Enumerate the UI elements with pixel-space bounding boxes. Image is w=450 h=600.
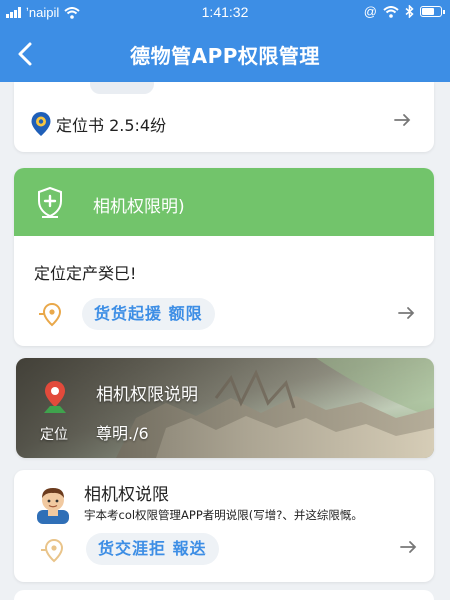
camera-explain-card[interactable]: 相机权限说明 定位 尊明./6 <box>16 358 434 458</box>
avatar-icon <box>37 488 69 524</box>
explain-card[interactable]: 相机权说限 宇本考col权限管理APP者明说限(写增?、并这综限慨。 货交涯拒 … <box>14 470 434 582</box>
arrow-right-icon[interactable] <box>400 540 418 554</box>
status-bar: ʼnaipil 1:41:32 @ <box>0 0 450 26</box>
wifi-icon <box>383 5 399 18</box>
location-row: 定位书 2.5:4纷 <box>30 111 166 137</box>
camera-subtitle: 定位定产癸巳! <box>34 264 137 283</box>
location-label: 定位书 2.5:4纷 <box>56 116 167 135</box>
shield-plus-icon <box>38 186 62 218</box>
explain-description: 宇本考col权限管理APP者明说限(写增?、并这综限慨。 <box>84 508 363 522</box>
bluetooth-icon <box>405 5 414 18</box>
background-photo <box>16 358 434 458</box>
camera-chip[interactable]: 货货起援 额限 <box>82 298 215 330</box>
arrow-right-icon[interactable] <box>394 113 412 127</box>
location-pin-icon <box>39 302 62 327</box>
camera-explain-title: 相机权限说明 <box>96 385 198 405</box>
at-icon: @ <box>363 4 377 19</box>
camera-explain-left-label: 定位 <box>40 427 68 443</box>
next-card-edge <box>14 590 434 600</box>
location-pin-icon <box>41 538 64 563</box>
arrow-right-icon[interactable] <box>398 306 416 320</box>
status-right: @ <box>363 4 445 19</box>
page-title: 德物管APP权限管理 <box>130 44 320 68</box>
location-card[interactable]: 定位书 2.5:4纷 <box>14 82 434 152</box>
camera-explain-sub: 尊明./6 <box>96 424 149 443</box>
location-pin-icon <box>31 112 51 136</box>
explain-title: 相机权说限 <box>84 485 169 505</box>
camera-banner: 相机权限明) <box>14 168 434 236</box>
explain-chip[interactable]: 货交涯拒 報迭 <box>86 533 219 565</box>
camera-banner-title: 相机权限明) <box>93 197 185 217</box>
battery-icon <box>420 6 445 17</box>
partial-chip <box>90 82 154 94</box>
camera-permission-card[interactable]: 相机权限明) 定位定产癸巳! 货货起援 额限 <box>14 168 434 346</box>
nav-bar: 德物管APP权限管理 <box>0 26 450 82</box>
map-pin-icon <box>44 381 66 413</box>
